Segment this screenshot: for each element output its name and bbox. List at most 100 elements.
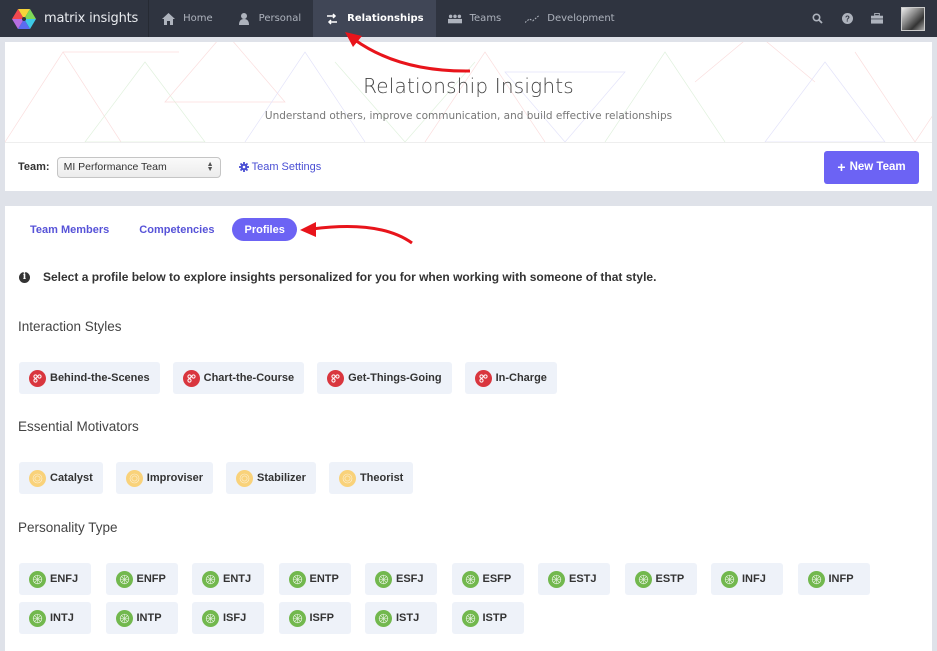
profile-chip-chart-the-course[interactable]: Chart-the-Course	[172, 362, 305, 394]
chip-label: Behind-the-Scenes	[50, 372, 150, 384]
profile-chip-istp[interactable]: ISTP	[451, 602, 524, 634]
personality-type-icon	[115, 570, 133, 588]
chip-label: Get-Things-Going	[348, 372, 442, 384]
chip-label: Stabilizer	[257, 472, 306, 484]
section-title-interaction-styles: Interaction Styles	[18, 319, 122, 334]
profile-chip-theorist[interactable]: Theorist	[328, 462, 414, 494]
nav-label: Development	[547, 13, 615, 24]
personality-type-icon	[807, 570, 825, 588]
team-settings-link[interactable]: Team Settings	[238, 161, 322, 173]
profile-chip-estj[interactable]: ESTJ	[538, 563, 610, 595]
help-icon[interactable]: ?	[841, 13, 853, 25]
profile-chip-infj[interactable]: INFJ	[711, 563, 783, 595]
team-select-value: MI Performance Team	[63, 161, 167, 173]
matrix-insights-logo-icon	[12, 8, 36, 29]
top-navbar: matrix insights Home Personal Relationsh…	[0, 0, 937, 37]
chip-label: Chart-the-Course	[203, 372, 295, 384]
section-title-personality-type: Personality Type	[18, 520, 118, 535]
interaction-style-icon	[474, 369, 492, 387]
chip-label: ISFJ	[223, 612, 247, 624]
tab-competencies[interactable]: Competencies	[127, 218, 226, 241]
personality-type-icon	[634, 570, 652, 588]
personality-type-icon	[375, 609, 392, 627]
chip-label: ENTJ	[223, 573, 252, 585]
exchange-icon	[325, 12, 339, 26]
profile-chip-enfp[interactable]: ENFP	[105, 563, 178, 595]
chip-label: ENTP	[309, 573, 339, 585]
brand-name: matrix insights	[44, 11, 139, 26]
profile-chip-entp[interactable]: ENTP	[278, 563, 351, 595]
profile-chip-isfj[interactable]: ISFJ	[192, 602, 264, 634]
chip-label: Catalyst	[50, 472, 93, 484]
person-icon	[237, 12, 251, 26]
nav-item-home[interactable]: Home	[149, 0, 225, 37]
new-team-button[interactable]: + New Team	[824, 150, 919, 184]
personality-type-icon	[202, 609, 219, 627]
chip-label: INTJ	[50, 612, 74, 624]
profile-chip-entj[interactable]: ENTJ	[192, 563, 264, 595]
profile-chip-istj[interactable]: ISTJ	[365, 602, 437, 634]
profile-chip-esfj[interactable]: ESFJ	[365, 563, 437, 595]
profile-chip-catalyst[interactable]: Catalyst	[19, 462, 103, 494]
motivator-icon	[29, 469, 46, 487]
interaction-style-icon	[327, 369, 345, 387]
profile-chip-stabilizer[interactable]: Stabilizer	[226, 462, 316, 494]
brand[interactable]: matrix insights	[0, 0, 150, 37]
chip-label: ISFP	[309, 612, 334, 624]
interaction-style-icon	[29, 369, 46, 387]
chip-label: In-Charge	[495, 372, 547, 384]
info-message: i Select a profile below to explore insi…	[19, 270, 656, 284]
profile-chip-isfp[interactable]: ISFP	[278, 602, 351, 634]
team-toolbar: Team: MI Performance Team ▲ ▼ Team Settin…	[5, 142, 932, 191]
tab-bar: Team Members Competencies Profiles	[18, 218, 297, 241]
svg-text:?: ?	[845, 15, 850, 24]
chip-label: ESTP	[655, 573, 685, 585]
motivator-icon	[338, 469, 356, 487]
new-team-label: New Team	[849, 161, 906, 173]
profile-chip-enfj[interactable]: ENFJ	[19, 563, 91, 595]
search-icon[interactable]	[811, 13, 823, 25]
nav-label: Teams	[469, 13, 502, 24]
profile-chip-estp[interactable]: ESTP	[624, 563, 697, 595]
profile-chip-in-charge[interactable]: In-Charge	[464, 362, 557, 394]
user-avatar[interactable]	[901, 6, 925, 31]
nav-item-relationships[interactable]: Relationships	[313, 0, 436, 37]
toolbox-icon[interactable]	[871, 13, 883, 25]
chip-label: ISTJ	[396, 612, 420, 624]
chip-label: INFP	[828, 573, 854, 585]
nav-item-personal[interactable]: Personal	[225, 0, 314, 37]
nav-label: Relationships	[347, 13, 424, 24]
nav-item-teams[interactable]: Teams	[436, 0, 514, 37]
chip-label: ISTP	[482, 612, 507, 624]
chip-label: Improviser	[146, 472, 204, 484]
interaction-styles-list: Behind-the-Scenes Chart-the-Course Get-T…	[19, 362, 557, 394]
profile-chip-esfp[interactable]: ESFP	[451, 563, 524, 595]
chip-label: ENFJ	[50, 573, 79, 585]
chip-label: ESFP	[482, 573, 512, 585]
chip-label: ENFP	[136, 573, 166, 585]
tab-team-members[interactable]: Team Members	[18, 218, 121, 241]
nav-item-development[interactable]: Development	[513, 0, 626, 37]
chip-label: INTP	[136, 612, 162, 624]
personality-type-icon	[461, 570, 479, 588]
personality-type-icon	[288, 570, 306, 588]
profile-chip-behind-the-scenes[interactable]: Behind-the-Scenes	[19, 362, 160, 394]
personality-type-icon	[548, 570, 565, 588]
essential-motivators-list: Catalyst Improviser Stabilizer Theorist	[19, 462, 414, 494]
personality-type-icon	[115, 609, 133, 627]
tab-profiles[interactable]: Profiles	[232, 218, 297, 241]
profile-chip-intp[interactable]: INTP	[105, 602, 178, 634]
motivator-icon	[125, 469, 143, 487]
profiles-panel: Team Members Competencies Profiles i Sel…	[5, 206, 932, 651]
team-label: Team:	[18, 161, 50, 173]
profile-chip-improviser[interactable]: Improviser	[115, 462, 214, 494]
team-select[interactable]: MI Performance Team ▲ ▼	[56, 156, 221, 178]
interaction-style-icon	[182, 369, 200, 387]
profile-chip-infp[interactable]: INFP	[797, 563, 870, 595]
profile-chip-get-things-going[interactable]: Get-Things-Going	[317, 362, 452, 394]
personality-type-icon	[461, 609, 479, 627]
page-subtitle: Understand others, improve communication…	[264, 110, 673, 122]
profile-chip-intj[interactable]: INTJ	[19, 602, 91, 634]
personality-type-icon	[29, 609, 46, 627]
team-settings-label: Team Settings	[251, 161, 322, 173]
